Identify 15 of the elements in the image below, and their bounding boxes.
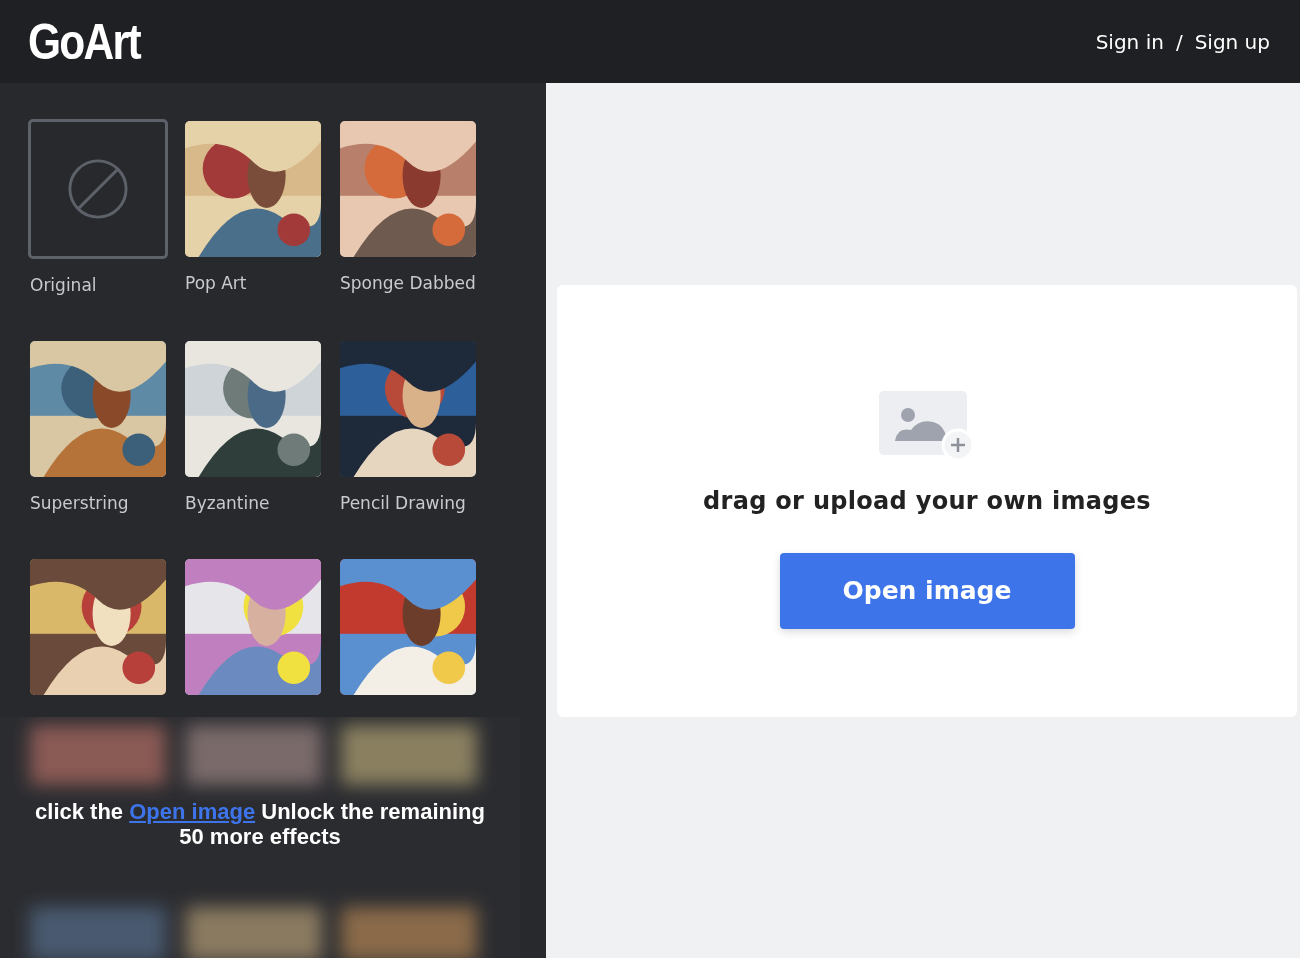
sign-up-link[interactable]: Sign up: [1194, 29, 1270, 54]
effect-label: Pop Art: [185, 272, 248, 295]
effect-label: Superstring: [30, 492, 130, 515]
unlock-message: click the Open image Unlock the remaining 50 more effects: [34, 799, 486, 849]
effect-label: Original: [30, 274, 98, 297]
effect-label: Byzantine: [185, 492, 271, 515]
separator: /: [1175, 29, 1183, 54]
open-image-button[interactable]: Open image: [779, 552, 1075, 629]
no-effect-icon: [67, 158, 129, 220]
effect-thumbnail[interactable]: [28, 119, 168, 259]
effect-label: Pencil Drawing: [340, 492, 467, 515]
effect-label: Sponge Dabbed: [340, 272, 476, 295]
logo[interactable]: GoArt: [28, 12, 140, 71]
upload-message: drag or upload your own images: [703, 486, 1151, 515]
sign-in-link[interactable]: Sign in: [1095, 29, 1164, 54]
